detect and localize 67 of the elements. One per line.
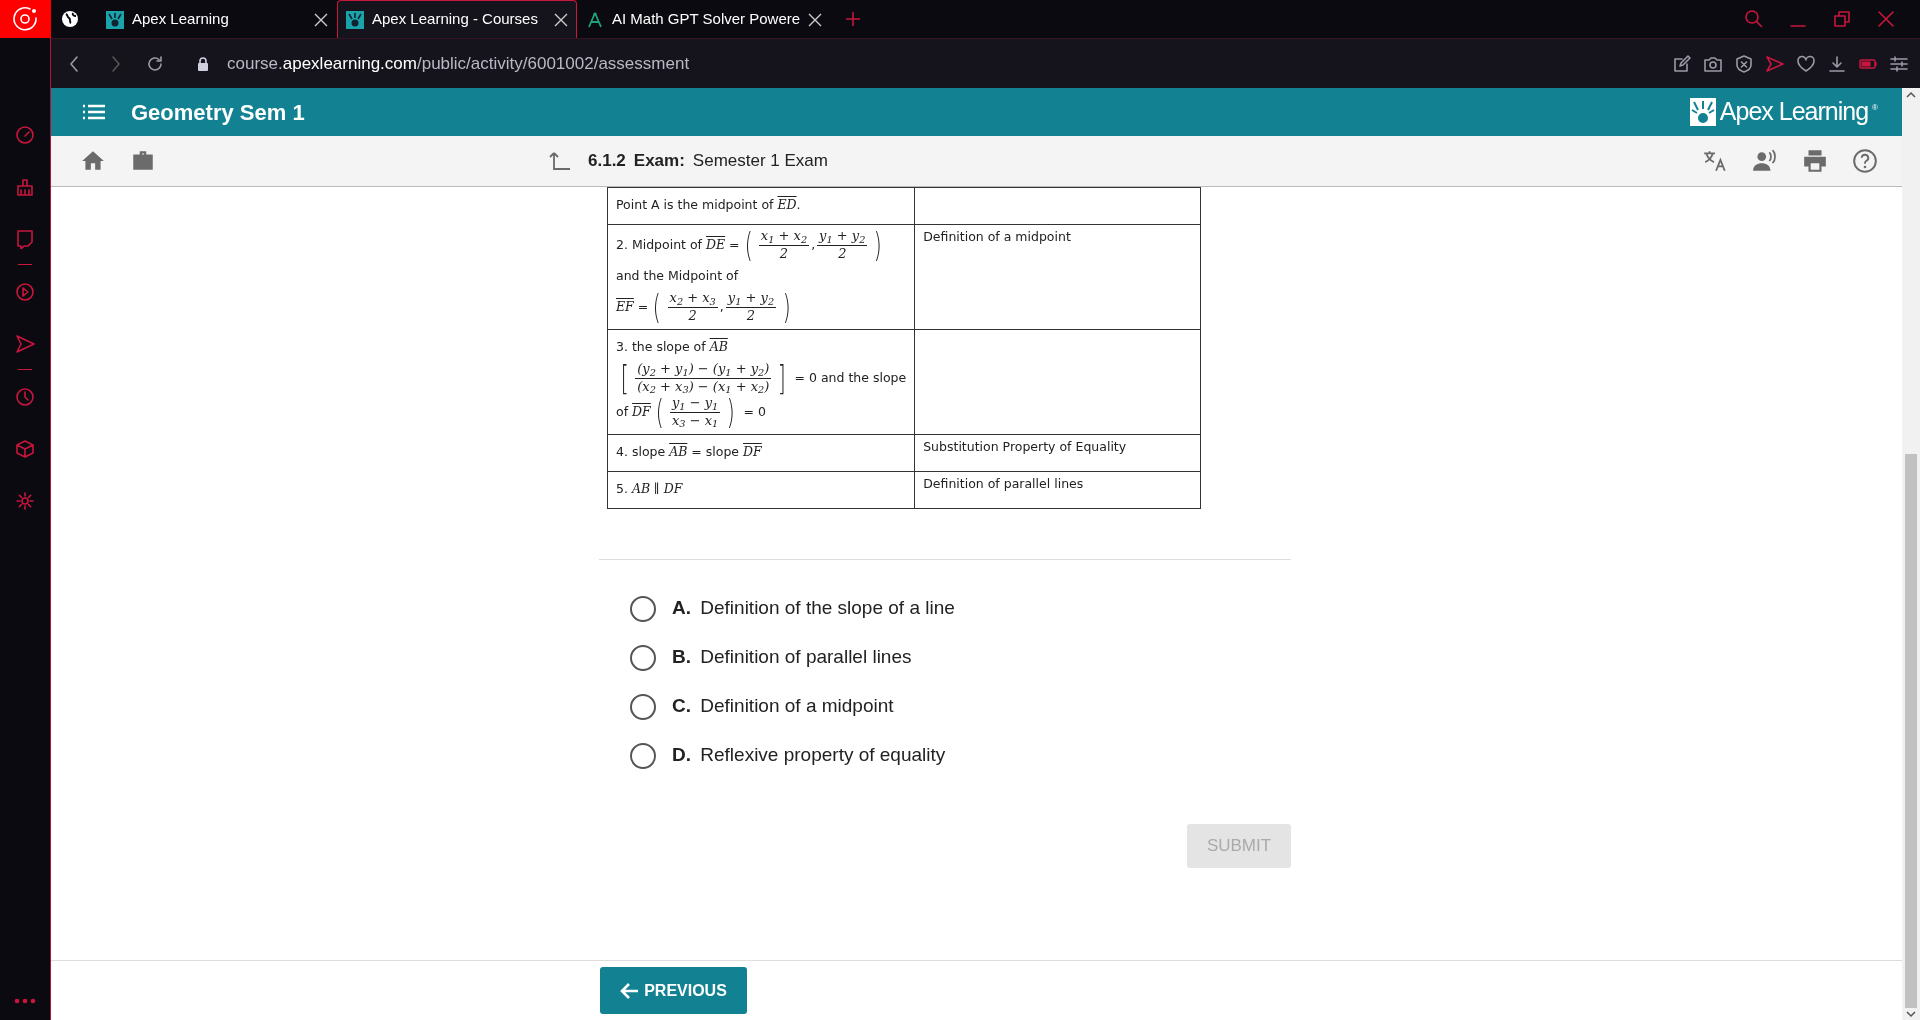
- logo-icon: [1689, 98, 1716, 126]
- play-icon[interactable]: [15, 281, 35, 302]
- read-aloud-icon[interactable]: [1752, 148, 1778, 174]
- radio-button[interactable]: [630, 644, 656, 671]
- translate-icon[interactable]: [1702, 148, 1728, 174]
- download-icon[interactable]: [1827, 53, 1847, 74]
- activity-number: 6.1.2: [588, 150, 626, 173]
- option-label[interactable]: A. Definition of the slope of a line: [672, 594, 955, 623]
- close-icon[interactable]: [808, 12, 823, 27]
- scrollbar-thumb[interactable]: [1905, 454, 1917, 1008]
- print-icon[interactable]: [1802, 148, 1828, 174]
- edit-icon[interactable]: [1672, 53, 1692, 74]
- reload-icon[interactable]: [145, 53, 165, 74]
- statement-text: Point A is the midpoint of ED.: [616, 195, 802, 214]
- arrow-left-icon: [620, 981, 641, 1000]
- statement-text: [ (y$_{2}$ + y$_{1}$) − (y$_{1}$ + y$_{2}$) (x$_{2}$ + x$_{3}$) − (x$_{1}$ + x$_{2}$) ] = 0 and the slope: [619, 361, 907, 395]
- browser-logo[interactable]: [10, 4, 40, 34]
- apex-favicon-icon: [346, 10, 364, 29]
- close-icon[interactable]: [314, 12, 328, 27]
- statement-text: 4. slope AB = slope DF: [616, 442, 763, 461]
- statement-text: 3. the slope of AB: [616, 337, 729, 356]
- send-icon[interactable]: [15, 333, 35, 354]
- reason-text: Definition of parallel lines: [923, 475, 1085, 493]
- sliders-icon[interactable]: [1889, 53, 1909, 74]
- chat-icon[interactable]: [15, 228, 35, 249]
- previous-button[interactable]: PREVIOUS: [600, 967, 747, 1014]
- send-icon[interactable]: [1765, 53, 1785, 74]
- radio-button[interactable]: [630, 693, 656, 720]
- tab-title: Apex Learning: [132, 9, 230, 30]
- radio-button[interactable]: [630, 742, 656, 769]
- broom-icon[interactable]: [15, 176, 35, 197]
- clock-icon[interactable]: [15, 386, 35, 407]
- radio-button[interactable]: [630, 595, 656, 622]
- scrollbar[interactable]: [1902, 88, 1920, 1020]
- menu-icon[interactable]: [81, 102, 107, 122]
- activity-type: Exam:: [633, 150, 685, 173]
- statement-text: 5. AB ∥ DF: [616, 479, 684, 498]
- browser-tab[interactable]: AI Math GPT Solver Powere: [577, 0, 832, 38]
- more-icon[interactable]: [14, 998, 36, 1004]
- cube-icon[interactable]: [15, 438, 35, 459]
- speedometer-icon[interactable]: [15, 124, 35, 145]
- browser-tab[interactable]: Apex Learning - Courses: [337, 0, 577, 38]
- activity-title: Semester 1 Exam: [692, 150, 829, 173]
- course-title: Geometry Sem 1: [131, 98, 306, 127]
- option-label[interactable]: D. Reflexive property of equality: [672, 741, 946, 770]
- reason-text: Definition of a midpoint: [923, 228, 1072, 246]
- new-tab-icon[interactable]: [845, 11, 862, 27]
- browser-tab[interactable]: Apex Learning: [97, 0, 337, 38]
- restore-icon[interactable]: [1832, 9, 1852, 29]
- shield-icon[interactable]: [1734, 53, 1754, 74]
- settings-icon[interactable]: [15, 490, 35, 511]
- tab-title: Apex Learning - Courses: [372, 9, 539, 30]
- option-label[interactable]: C. Definition of a midpoint: [672, 692, 894, 721]
- up-arrow-icon[interactable]: [548, 150, 572, 172]
- close-icon[interactable]: [554, 12, 568, 27]
- option-label[interactable]: B. Definition of parallel lines: [672, 643, 912, 672]
- help-icon[interactable]: [1852, 148, 1878, 174]
- apex-logo: Apex Learning $^{®}$: [1689, 93, 1878, 131]
- search-icon[interactable]: [1744, 9, 1764, 29]
- apex-favicon-icon: [106, 10, 124, 29]
- compass-icon: [586, 10, 604, 29]
- lock-icon: [195, 55, 211, 72]
- statement-text: and the Midpoint of: [616, 266, 740, 285]
- reason-text: Substitution Property of Equality: [923, 438, 1128, 456]
- globe-icon[interactable]: [61, 10, 79, 28]
- heart-icon[interactable]: [1796, 53, 1816, 74]
- tab-title: AI Math GPT Solver Powere: [612, 9, 801, 30]
